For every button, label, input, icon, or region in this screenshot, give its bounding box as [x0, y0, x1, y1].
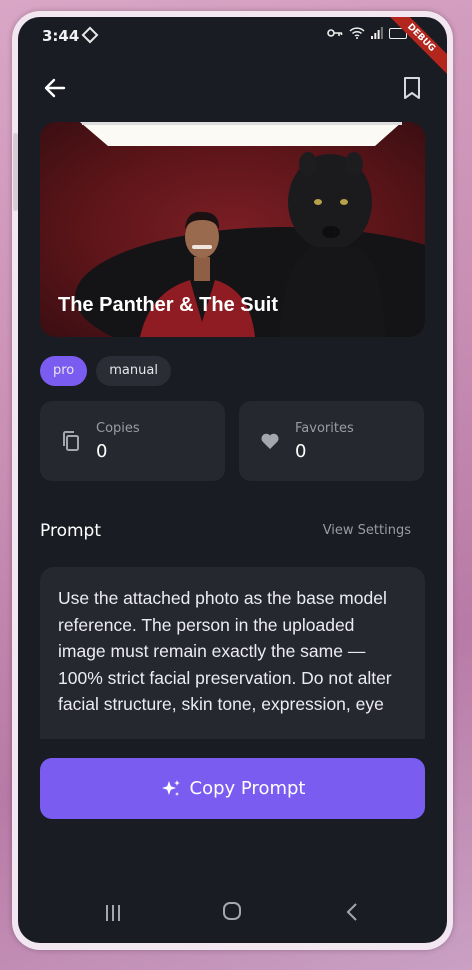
copy-prompt-label: Copy Prompt: [189, 778, 306, 799]
bookmark-button[interactable]: [401, 75, 423, 101]
status-bar: 3:44 DEBUG: [18, 17, 447, 77]
recents-icon[interactable]: [104, 905, 122, 921]
tag-manual[interactable]: manual: [96, 356, 171, 386]
prompt-box[interactable]: Use the attached photo as the base model…: [40, 567, 425, 739]
nav-back-icon[interactable]: [345, 902, 359, 922]
copies-card: Copies 0: [40, 401, 225, 481]
signal-icon: [371, 27, 383, 39]
diamond-icon: [81, 26, 99, 44]
back-button[interactable]: [42, 75, 68, 101]
copies-label: Copies: [96, 421, 140, 436]
status-time: 3:44: [42, 27, 80, 45]
copy-prompt-button[interactable]: Copy Prompt: [40, 758, 425, 819]
favorites-value: 0: [295, 441, 307, 462]
favorites-card: Favorites 0: [239, 401, 424, 481]
home-icon[interactable]: [223, 902, 241, 920]
prompt-text: Use the attached photo as the base model…: [58, 588, 392, 714]
status-icons: [327, 27, 407, 39]
copies-value: 0: [96, 441, 108, 462]
copy-icon: [63, 431, 79, 451]
tag-list: pro manual: [40, 356, 171, 386]
app-screen: 3:44 DEBUG The Panther & The Suit pro ma…: [18, 17, 447, 943]
sparkle-icon: [161, 779, 180, 796]
tag-pro[interactable]: pro: [40, 356, 88, 386]
hero-title: The Panther & The Suit: [58, 294, 279, 316]
hero-image: The Panther & The Suit: [40, 122, 425, 337]
heart-icon: [261, 433, 279, 449]
view-settings-link[interactable]: View Settings: [323, 523, 411, 538]
wifi-icon: [349, 27, 365, 39]
favorites-label: Favorites: [295, 421, 354, 436]
debug-banner: DEBUG: [382, 17, 447, 77]
key-icon: [327, 29, 343, 37]
system-nav-bar: [18, 893, 447, 943]
prompt-heading: Prompt: [40, 521, 101, 541]
